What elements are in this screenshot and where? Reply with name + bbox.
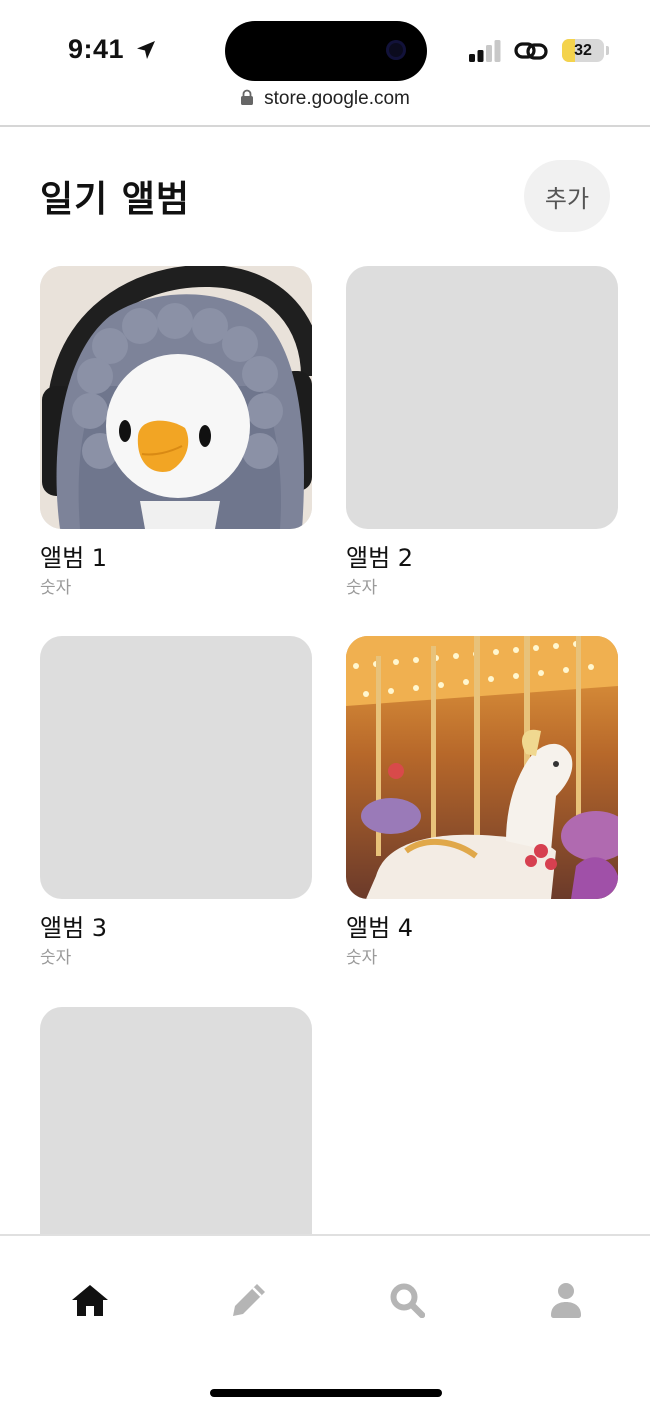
album-card[interactable] xyxy=(40,1007,312,1270)
location-arrow-icon xyxy=(137,41,155,59)
album-name: 앨범 2 xyxy=(346,544,414,572)
url-bar[interactable]: store.google.com xyxy=(0,88,650,118)
signal-icon xyxy=(469,40,501,62)
lock-icon xyxy=(241,89,254,105)
album-thumbnail-placeholder[interactable] xyxy=(40,1007,312,1270)
album-card[interactable]: 앨범 4 숫자 xyxy=(346,636,618,969)
nav-home[interactable] xyxy=(70,1280,110,1320)
add-album-button[interactable]: 추가 xyxy=(524,160,610,232)
album-name: 앨범 4 xyxy=(346,914,414,942)
pencil-icon xyxy=(233,1284,265,1316)
album-name: 앨범 1 xyxy=(40,544,108,572)
album-card[interactable]: 앨범 3 숫자 xyxy=(40,636,312,969)
nav-profile[interactable] xyxy=(546,1280,586,1320)
bottom-nav xyxy=(0,1234,650,1412)
status-bar: 9:41 32 xyxy=(0,0,650,90)
album-thumbnail-penguin[interactable] xyxy=(40,266,312,529)
status-time: 9:41 xyxy=(68,34,125,64)
album-card[interactable]: 앨범 1 숫자 xyxy=(40,266,312,599)
album-count: 숫자 xyxy=(346,948,378,968)
home-icon xyxy=(72,1285,108,1316)
album-count: 숫자 xyxy=(40,948,72,968)
album-thumbnail-carousel[interactable] xyxy=(346,636,618,899)
search-icon xyxy=(390,1283,425,1318)
browser-divider xyxy=(0,125,650,127)
album-thumbnail-placeholder[interactable] xyxy=(40,636,312,899)
battery-icon: 32 xyxy=(562,39,604,62)
album-count: 숫자 xyxy=(346,578,378,598)
album-count: 숫자 xyxy=(40,578,72,598)
user-icon xyxy=(551,1283,581,1318)
album-card[interactable]: 앨범 2 숫자 xyxy=(346,266,618,599)
camera-dot xyxy=(386,40,406,60)
album-thumbnail-placeholder[interactable] xyxy=(346,266,618,529)
page-title: 일기 앨범 xyxy=(40,179,191,220)
album-name: 앨범 3 xyxy=(40,914,108,942)
url-text: store.google.com xyxy=(264,88,410,109)
battery-percent: 32 xyxy=(574,42,592,59)
link-icon xyxy=(514,42,548,60)
battery-cap xyxy=(606,46,609,55)
nav-write[interactable] xyxy=(229,1280,269,1320)
home-indicator xyxy=(210,1389,442,1397)
nav-search[interactable] xyxy=(387,1280,427,1320)
